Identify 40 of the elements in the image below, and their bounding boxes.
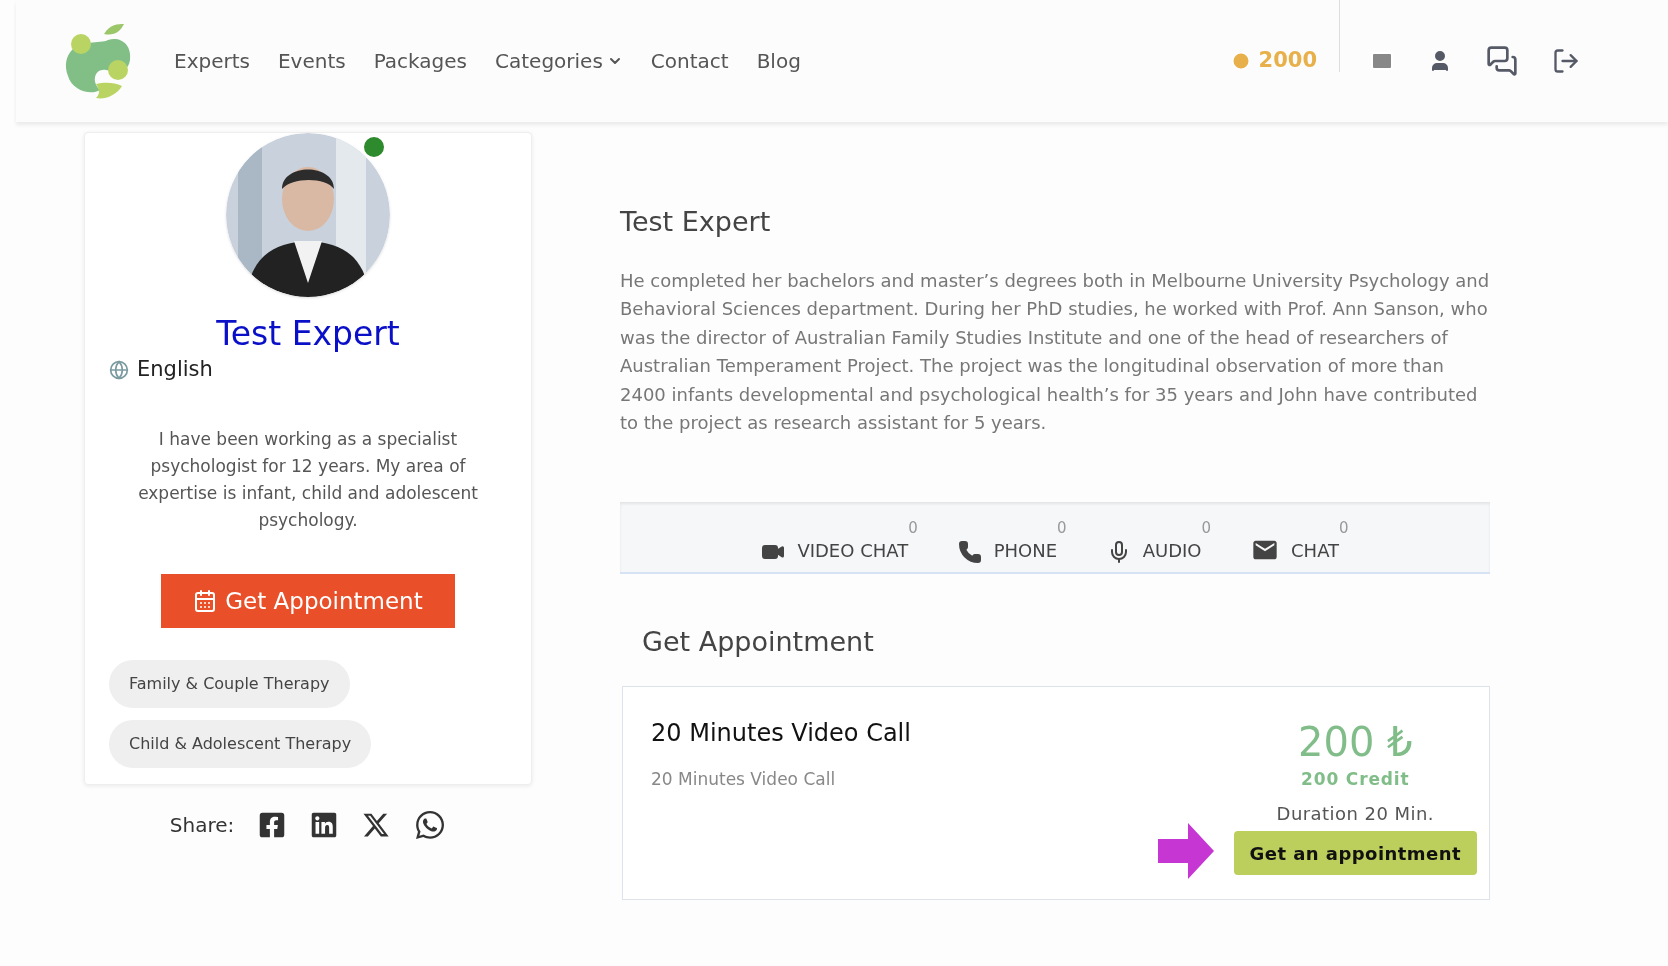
appointment-heading: Get Appointment	[642, 624, 875, 659]
package-subtitle: 20 Minutes Video Call	[651, 768, 837, 791]
category-tag[interactable]: Child & Adolescent Therapy	[109, 719, 372, 768]
package-credit: 200 Credit	[1301, 767, 1410, 791]
package-duration: Duration 20 Min.	[1276, 802, 1434, 826]
nav-dropdown[interactable]: Categories	[495, 46, 623, 76]
channel-label: VIDEO CHAT	[797, 538, 909, 563]
globe-icon	[109, 360, 129, 380]
calendar-icon	[193, 588, 218, 613]
expert-name: Test Expert	[216, 313, 400, 355]
channel-label: PHONE	[993, 538, 1058, 563]
language: English	[137, 356, 213, 384]
channel-count: 0	[1057, 517, 1067, 539]
nav-link[interactable]: Blog	[756, 46, 801, 76]
channel-count: 0	[908, 517, 918, 539]
get-appointment-button[interactable]: Get Appointment	[161, 573, 455, 628]
nav-link[interactable]: Packages	[373, 46, 467, 76]
category-tag[interactable]: Family & Couple Therapy	[109, 659, 350, 708]
about-title: Test Expert	[620, 205, 772, 239]
package-title: 20 Minutes Video Call	[651, 718, 911, 749]
facebook-icon[interactable]	[258, 810, 287, 839]
about-text: He completed her bachelors and master’s degrees both in Melbourne University Psychology and Behavioral Sciences department. During her PhD studies, he worked with Prof. Ann Sanson, who was the director of Australian Family Studies Institute and one of the head of researchers of Australian Temperament Project. The project was the longitudinal observation of more than 2400 infants developmental and psychological health’s for 35 years and John have contributed to the project as research assistant for 5 years.	[620, 268, 1490, 435]
linkedin-icon[interactable]	[310, 810, 339, 839]
channel-count: 0	[1201, 517, 1212, 539]
logout-icon[interactable]	[1552, 47, 1580, 75]
expert-summary: I have been working as a specialist psychologist for 12 years. My area of expertise is infant, child and adolescent psychology.	[137, 427, 479, 532]
nav-link[interactable]: Contact	[650, 46, 729, 76]
channel-count: 0	[1339, 517, 1349, 539]
channel-label: CHAT	[1291, 538, 1340, 563]
arrow-icon	[1157, 823, 1214, 879]
share-label: Share:	[169, 811, 235, 839]
credit-balance: 2000	[1258, 47, 1317, 75]
chat-bubbles-icon[interactable]	[1486, 45, 1518, 77]
nav-link[interactable]: Experts	[174, 46, 250, 76]
phone-icon	[957, 539, 982, 564]
whatsapp-icon[interactable]	[414, 808, 447, 841]
nav-link[interactable]: Events	[277, 46, 346, 76]
package-price: 200 ₺	[1298, 717, 1413, 767]
get-an-appointment-button[interactable]: Get an appointment	[1233, 831, 1477, 875]
channel-label: AUDIO	[1142, 538, 1202, 563]
